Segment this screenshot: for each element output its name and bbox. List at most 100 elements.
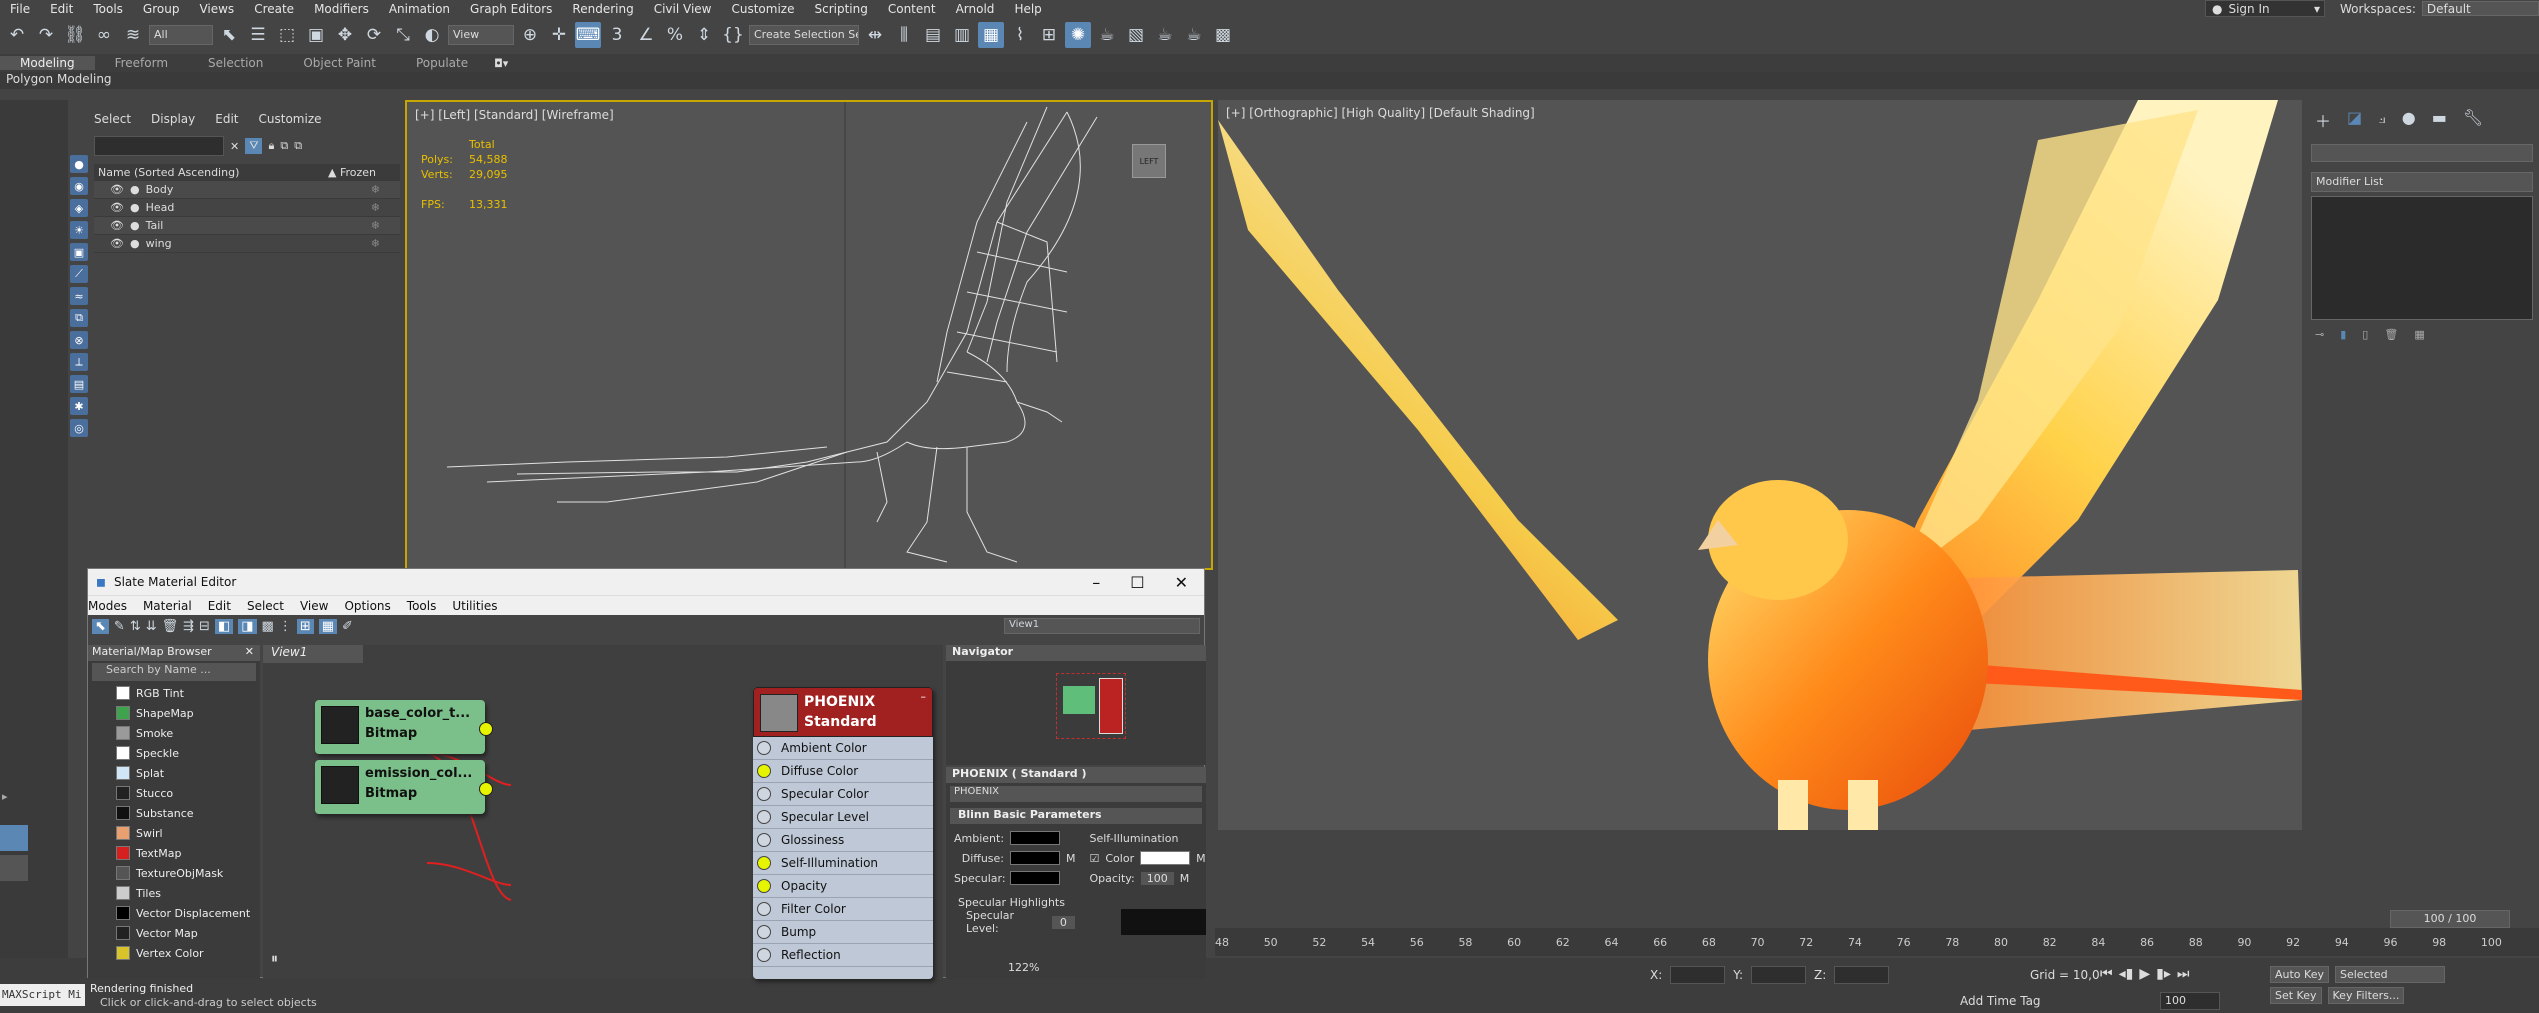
reference-coord-select[interactable]: View	[448, 25, 514, 45]
menu-rendering[interactable]: Rendering	[562, 2, 643, 16]
rendered-frame-window-icon[interactable]: ▧	[1123, 22, 1149, 48]
key-filters-button[interactable]: Key Filters...	[2327, 987, 2405, 1004]
material-node-header[interactable]: PHOENIX Standard –	[753, 687, 933, 737]
frozen-icon[interactable]: ❄	[371, 201, 400, 214]
map-list-item[interactable]: TextMap	[88, 843, 260, 863]
map-list-item[interactable]: TextureObjMask	[88, 863, 260, 883]
sme-menu-material[interactable]: Material	[143, 599, 192, 613]
viewcube[interactable]: LEFT	[1132, 144, 1166, 178]
ambient-swatch[interactable]	[1010, 831, 1060, 845]
menu-arnold[interactable]: Arnold	[946, 2, 1005, 16]
select-tool-icon[interactable]: ⬉	[92, 618, 109, 634]
keyboard-shortcut-override-icon[interactable]: ⌨	[575, 22, 601, 48]
z-coordinate-field[interactable]	[1834, 966, 1890, 984]
sme-menu-tools[interactable]: Tools	[407, 599, 437, 613]
hide-unused-slots-icon[interactable]: ⊟	[199, 619, 210, 634]
sme-menu-utilities[interactable]: Utilities	[452, 599, 497, 613]
close-icon[interactable]: ✕	[1175, 573, 1188, 592]
self-illum-map-button[interactable]: M	[1196, 852, 1206, 865]
opacity-map-button[interactable]: M	[1180, 872, 1190, 885]
render-dot-icon[interactable]: ●	[130, 237, 140, 250]
material-slot[interactable]: Specular Level	[753, 806, 933, 829]
input-port[interactable]	[757, 948, 771, 962]
material-editor-icon[interactable]: ✺	[1065, 22, 1091, 48]
x-coordinate-field[interactable]	[1670, 966, 1726, 984]
bitmap-node[interactable]: emission_col... Bitmap	[315, 760, 493, 814]
menu-customize[interactable]: Customize	[721, 2, 804, 16]
map-list-item[interactable]: Tiles	[88, 883, 260, 903]
scene-menu-select[interactable]: Select	[94, 112, 131, 126]
opacity-value[interactable]: 100	[1140, 871, 1174, 885]
time-slider[interactable]: 100 / 100	[2390, 910, 2510, 928]
object-name-field[interactable]	[2311, 144, 2533, 162]
show-end-result-icon[interactable]: ◨	[238, 618, 257, 634]
bind-space-warp-icon[interactable]: ≋	[120, 22, 146, 48]
mirror-icon[interactable]: ⇹	[862, 22, 888, 48]
angle-snap-icon[interactable]: ∠	[633, 22, 659, 48]
add-time-tag-button[interactable]: Add Time Tag	[1960, 994, 2041, 1008]
input-port[interactable]	[757, 856, 771, 870]
show-background-icon[interactable]: ▩	[262, 619, 274, 634]
select-manipulate-icon[interactable]: ✛	[546, 22, 572, 48]
scene-object-row[interactable]: 👁︎ ● Body ❄	[94, 181, 400, 199]
redo-icon[interactable]: ↷	[33, 22, 59, 48]
collapse-icon[interactable]: –	[921, 690, 927, 703]
map-list-item[interactable]: Splat	[88, 763, 260, 783]
utilities-tab-icon[interactable]: 🔧︎	[2463, 108, 2483, 132]
parameter-editor-icon[interactable]: ✐	[342, 619, 353, 634]
render-production-icon[interactable]: ☕	[1152, 22, 1178, 48]
layer-explorer-icon[interactable]: ▥	[949, 22, 975, 48]
ribbon-tab-object-paint[interactable]: Object Paint	[283, 56, 396, 70]
go-to-start-icon[interactable]: ⏮	[2100, 966, 2113, 982]
move-children-icon[interactable]: ⇶	[183, 619, 194, 634]
material-map-browser-icon[interactable]: ▦	[318, 618, 338, 634]
modifier-stack[interactable]	[2311, 196, 2533, 320]
display-xrefs-icon[interactable]: ⊗	[70, 331, 88, 349]
motion-tab-icon[interactable]: ●	[2402, 108, 2416, 132]
next-frame-icon[interactable]: ▮▸	[2156, 966, 2171, 982]
ribbon-panel-polygon-modeling[interactable]: Polygon Modeling	[0, 72, 2539, 89]
modify-tab-icon[interactable]: ◪	[2347, 108, 2362, 132]
visibility-eye-icon[interactable]: 👁︎	[110, 183, 124, 196]
frozen-icon[interactable]: ❄	[371, 219, 400, 232]
play-icon[interactable]: ▶	[2139, 966, 2150, 982]
material-node-phoenix[interactable]: PHOENIX Standard – Ambient Color Diffuse …	[753, 687, 933, 979]
snaps-toggle-icon[interactable]: 3	[604, 22, 630, 48]
menu-modifiers[interactable]: Modifiers	[304, 2, 379, 16]
map-list-item[interactable]: Substance	[88, 803, 260, 823]
frozen-column-header[interactable]: ▲ Frozen	[328, 166, 396, 179]
align-icon[interactable]: ⫼	[891, 22, 917, 48]
render-dot-icon[interactable]: ●	[130, 201, 140, 214]
display-lights-icon[interactable]: ☀	[70, 221, 88, 239]
material-slot[interactable]: Self-Illumination	[753, 852, 933, 875]
menu-file[interactable]: File	[0, 2, 40, 16]
map-list-item[interactable]: Speckle	[88, 743, 260, 763]
scene-object-row[interactable]: 👁︎ ● Tail ❄	[94, 217, 400, 235]
input-port[interactable]	[757, 833, 771, 847]
sme-title-bar[interactable]: ◼ Slate Material Editor – ☐ ✕	[88, 569, 1204, 595]
diffuse-map-button[interactable]: M	[1066, 852, 1076, 865]
visibility-eye-icon[interactable]: 👁︎	[110, 237, 124, 250]
menu-content[interactable]: Content	[878, 2, 946, 16]
set-key-button[interactable]: Set Key	[2270, 987, 2322, 1004]
display-tab-icon[interactable]: ▬	[2432, 108, 2447, 132]
ribbon-tab-selection[interactable]: Selection	[188, 56, 283, 70]
assign-material-icon[interactable]: ⇊	[146, 619, 157, 634]
menu-civil-view[interactable]: Civil View	[644, 2, 722, 16]
pivot-center-icon[interactable]: ⊕	[517, 22, 543, 48]
scene-explorer-icon[interactable]: ▤	[920, 22, 946, 48]
toggle-ribbon-icon[interactable]: ▦	[978, 22, 1004, 48]
viewport-layout-tab[interactable]	[0, 825, 28, 851]
configure-sets-icon[interactable]: ▦	[2414, 328, 2424, 341]
frozen-icon[interactable]: ❄	[371, 237, 400, 250]
input-port[interactable]	[757, 787, 771, 801]
sign-in-button[interactable]: ● Sign In ▾	[2205, 0, 2325, 17]
render-dot-icon[interactable]: ●	[130, 183, 140, 196]
lock-icon[interactable]: 🔒︎	[268, 139, 274, 153]
ribbon-toggle-icon[interactable]: ◘▾	[488, 57, 514, 70]
map-list-item[interactable]: Stucco	[88, 783, 260, 803]
browser-search-input[interactable]: Search by Name ...	[92, 663, 256, 681]
edit-named-selection-icon[interactable]: {}	[720, 22, 746, 48]
make-unique-icon[interactable]: ▯	[2362, 328, 2368, 341]
map-list-item[interactable]: Swirl	[88, 823, 260, 843]
